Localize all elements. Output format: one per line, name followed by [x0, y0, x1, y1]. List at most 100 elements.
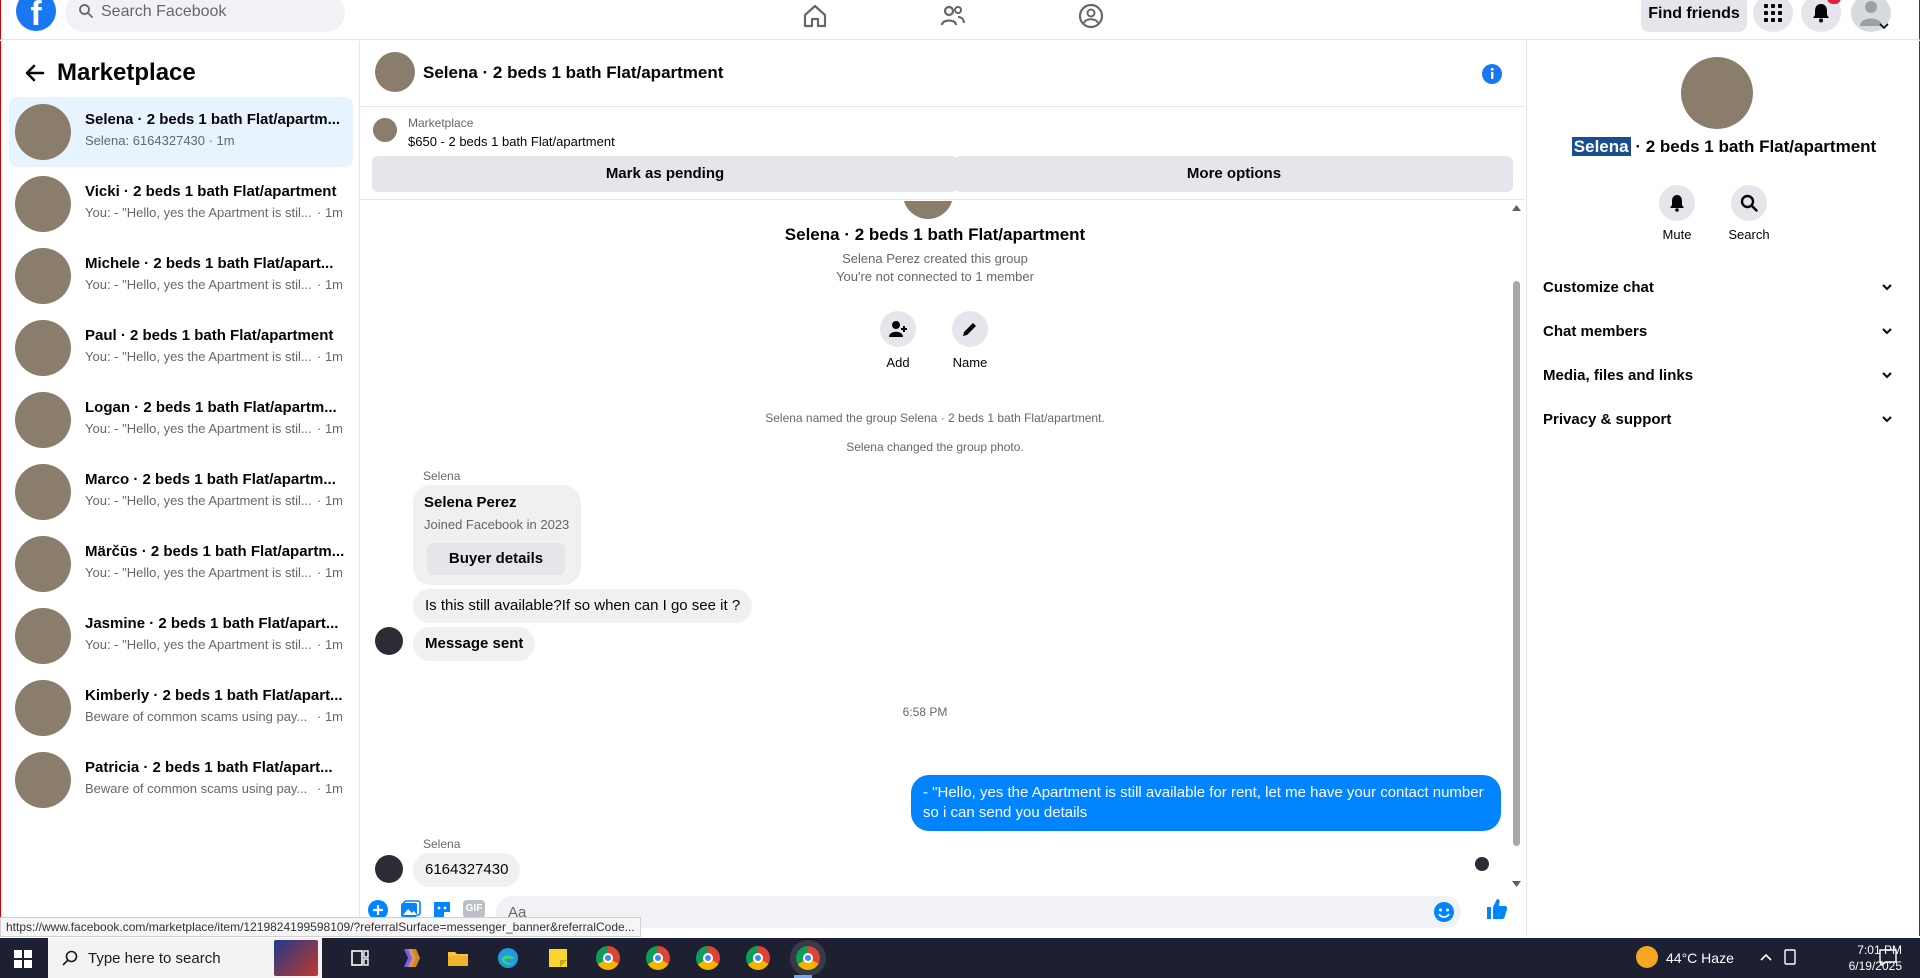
- message-input[interactable]: Aa: [496, 896, 1461, 928]
- sender-avatar[interactable]: [375, 855, 403, 883]
- conversation-item[interactable]: Logan · 2 beds 1 bath Flat/apartm... You:…: [9, 385, 353, 455]
- conversation-avatar: [15, 392, 71, 448]
- search-icon: [1740, 194, 1758, 212]
- chrome-window-icon[interactable]: [596, 946, 620, 970]
- conversation-preview: You: - "Hello, yes the Apartment is stil…: [85, 205, 345, 220]
- mute-action[interactable]: Mute: [1647, 185, 1707, 242]
- privacy-support-section[interactable]: Privacy & support: [1543, 399, 1903, 439]
- media-files-section[interactable]: Media, files and links: [1543, 355, 1903, 395]
- section-label: Chat members: [1543, 323, 1648, 340]
- chat-title[interactable]: Selena · 2 beds 1 bath Flat/apartment: [423, 63, 723, 83]
- add-label: Add: [886, 355, 910, 370]
- conversation-preview: You: - "Hello, yes the Apartment is stil…: [85, 349, 345, 364]
- conversation-item[interactable]: Kimberly · 2 beds 1 bath Flat/apart... Be…: [9, 673, 353, 743]
- panel-title-highlight: Selena: [1571, 137, 1631, 156]
- message-thread: Selena · 2 beds 1 bath Flat/apartment Se…: [361, 201, 1525, 891]
- connection-text: You're not connected to 1 member: [836, 269, 1034, 284]
- task-view-icon[interactable]: [348, 946, 372, 970]
- marketplace-label: Marketplace: [408, 116, 474, 130]
- search-placeholder: Search Facebook: [101, 3, 227, 20]
- file-explorer-icon[interactable]: [446, 946, 470, 970]
- chrome-center: [753, 953, 763, 963]
- conversation-preview: You: - "Hello, yes the Apartment is stil…: [85, 421, 345, 436]
- chevron-down-icon: [1879, 23, 1889, 30]
- notifications-button[interactable]: [1801, 0, 1841, 32]
- windows-start-icon[interactable]: [14, 950, 32, 968]
- incoming-message[interactable]: Is this still available?If so when can I…: [413, 589, 753, 623]
- friends-icon[interactable]: [939, 2, 967, 30]
- home-icon[interactable]: [801, 2, 829, 30]
- conversation-avatar: [15, 320, 71, 376]
- gif-button[interactable]: GIF: [463, 900, 485, 918]
- preview-time: · 1m: [317, 781, 343, 796]
- conversation-avatar: [15, 752, 71, 808]
- chevron-up-icon[interactable]: [1760, 952, 1772, 962]
- chrome-window-icon[interactable]: [796, 946, 820, 970]
- group-avatar[interactable]: [1681, 57, 1753, 129]
- listing-thumbnail[interactable]: [373, 118, 397, 142]
- conversation-item[interactable]: Jasmine · 2 beds 1 bath Flat/apart... You…: [9, 601, 353, 671]
- system-message: Selena changed the group photo.: [846, 440, 1024, 454]
- weather-icon[interactable]: [1636, 946, 1658, 968]
- search-icon: [62, 950, 78, 966]
- search-input[interactable]: Search Facebook: [65, 0, 345, 32]
- panel-title: Selena · 2 beds 1 bath Flat/apartment: [1527, 137, 1920, 157]
- chat-members-section[interactable]: Chat members: [1543, 311, 1903, 351]
- thread-scrollbar[interactable]: [1509, 201, 1523, 891]
- facebook-logo[interactable]: f: [16, 0, 56, 33]
- preview-text: Beware of common scams using pay...: [85, 781, 308, 796]
- conversation-name: Patricia · 2 beds 1 bath Flat/apart...: [85, 759, 333, 776]
- search-icon: [79, 4, 93, 18]
- groups-icon[interactable]: [1077, 2, 1105, 30]
- incoming-message[interactable]: Message sent: [413, 627, 536, 661]
- name-group-action[interactable]: Name: [940, 311, 1000, 370]
- taskbar-search[interactable]: Type here to search: [48, 938, 322, 978]
- scroll-up-icon[interactable]: [1512, 205, 1521, 211]
- conversation-item[interactable]: Märčūs · 2 beds 1 bath Flat/apartm... You…: [9, 529, 353, 599]
- outgoing-message[interactable]: - "Hello, yes the Apartment is still ava…: [911, 775, 1501, 831]
- preview-time: · 1m: [317, 205, 343, 220]
- chrome-window-icon[interactable]: [646, 946, 670, 970]
- thumbs-up-icon[interactable]: [1485, 897, 1509, 921]
- emoji-icon[interactable]: [1433, 901, 1455, 923]
- group-created-text: Selena Perez created this group: [842, 251, 1028, 266]
- more-options-button[interactable]: More options: [955, 156, 1513, 192]
- edge-browser-icon[interactable]: [496, 946, 520, 970]
- device-icon[interactable]: [1782, 948, 1798, 966]
- conversation-item[interactable]: Patricia · 2 beds 1 bath Flat/apart... Be…: [9, 745, 353, 815]
- conversation-name: Michele · 2 beds 1 bath Flat/apart...: [85, 255, 334, 272]
- sender-avatar[interactable]: [375, 627, 403, 655]
- conversation-item[interactable]: Vicki · 2 beds 1 bath Flat/apartment You:…: [9, 169, 353, 239]
- info-icon[interactable]: [1481, 63, 1503, 85]
- menu-button[interactable]: [1753, 0, 1793, 32]
- conversation-item[interactable]: Michele · 2 beds 1 bath Flat/apart... You…: [9, 241, 353, 311]
- chrome-window-icon[interactable]: [746, 946, 770, 970]
- chat-avatar[interactable]: [375, 52, 415, 92]
- conversation-avatar: [15, 608, 71, 664]
- sticky-notes-icon[interactable]: [546, 946, 570, 970]
- scroll-down-icon[interactable]: [1512, 881, 1521, 887]
- mute-label: Mute: [1662, 227, 1692, 242]
- search-label: Search: [1728, 227, 1770, 242]
- weather-text[interactable]: 44°C Haze: [1666, 950, 1734, 966]
- conversation-item[interactable]: Selena · 2 beds 1 bath Flat/apartm... Sel…: [9, 97, 353, 167]
- preview-time: · 1m: [317, 565, 343, 580]
- add-member-action[interactable]: Add: [868, 311, 928, 370]
- search-action[interactable]: Search: [1719, 185, 1779, 242]
- mark-as-pending-button[interactable]: Mark as pending: [372, 156, 958, 192]
- notification-center-icon[interactable]: [1878, 948, 1898, 966]
- find-friends-button[interactable]: Find friends: [1641, 0, 1747, 32]
- buyer-details-button[interactable]: Buyer details: [427, 543, 565, 575]
- back-arrow-icon[interactable]: [23, 61, 47, 85]
- incoming-message[interactable]: 6164327430: [413, 853, 521, 887]
- copilot-icon[interactable]: [398, 946, 422, 970]
- listing-price[interactable]: $650 - 2 beds 1 bath Flat/apartment: [408, 134, 615, 149]
- grid-menu-icon: [1764, 4, 1782, 22]
- scrollbar-thumb[interactable]: [1513, 281, 1520, 846]
- customize-chat-section[interactable]: Customize chat: [1543, 267, 1903, 307]
- chrome-window-icon[interactable]: [696, 946, 720, 970]
- conversation-sidebar: Marketplace Selena · 2 beds 1 bath Flat/…: [0, 41, 360, 936]
- conversation-item[interactable]: Marco · 2 beds 1 bath Flat/apartm... You:…: [9, 457, 353, 527]
- conversation-item[interactable]: Paul · 2 beds 1 bath Flat/apartment You: …: [9, 313, 353, 383]
- conversation-preview: You: - "Hello, yes the Apartment is stil…: [85, 637, 345, 652]
